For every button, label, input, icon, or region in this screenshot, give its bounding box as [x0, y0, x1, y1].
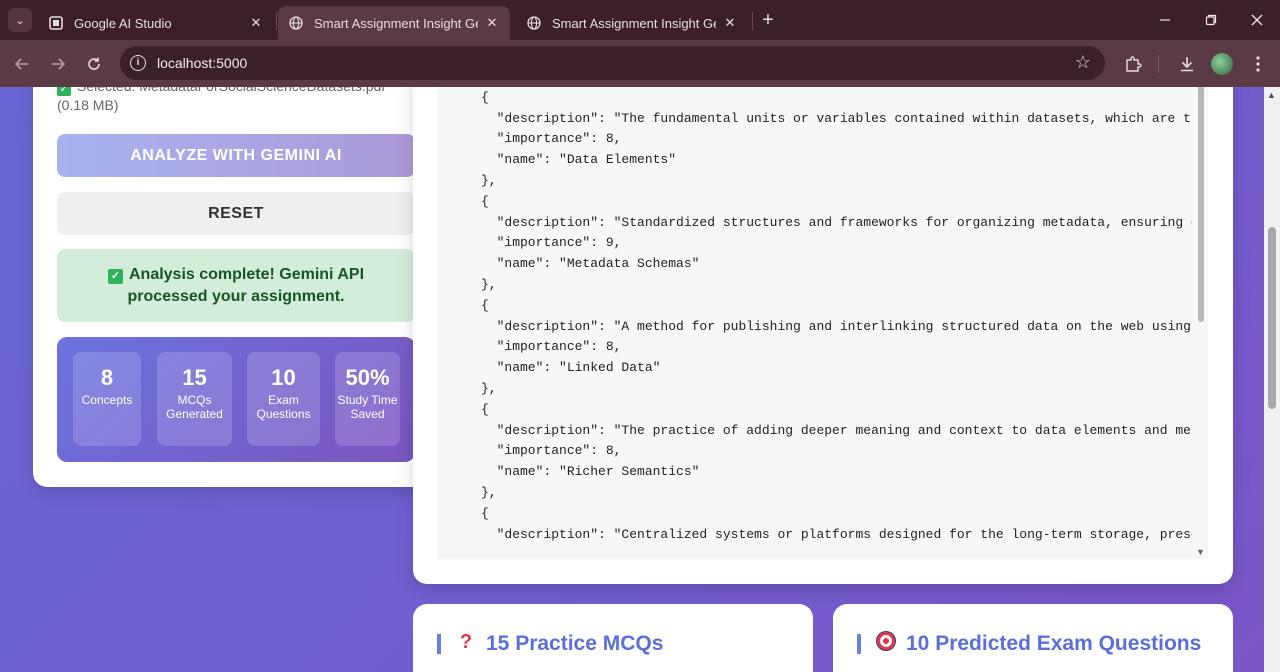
stats-panel: 8 Concepts 15 MCQs Generated 10 Exam Que…	[57, 337, 415, 462]
profile-avatar[interactable]	[1211, 53, 1233, 75]
tab-separator	[752, 12, 753, 30]
stat-mcqs: 15 MCQs Generated	[157, 352, 232, 446]
tab-close-icon[interactable]: ✕	[484, 15, 500, 31]
tab-title: Smart Assignment Insight Gene	[552, 15, 716, 31]
tab-strip: ⌄ Google AI Studio ✕ Smart Assignment In…	[0, 0, 1280, 40]
address-bar[interactable]: i localhost:5000 ☆	[120, 46, 1105, 80]
extensions-puzzle-icon[interactable]	[1121, 52, 1145, 76]
question-mark-icon: ?	[459, 631, 473, 653]
bookmark-star-icon[interactable]: ☆	[1075, 52, 1091, 73]
success-message: Analysis complete! Gemini API processed …	[127, 266, 365, 305]
reload-icon[interactable]	[82, 52, 106, 76]
close-window-icon[interactable]	[1234, 6, 1280, 34]
stat-label: Study Time Saved	[337, 393, 398, 421]
check-icon: ✓	[107, 269, 123, 284]
minimize-icon[interactable]	[1142, 6, 1188, 34]
tab-google-ai-studio[interactable]: Google AI Studio ✕	[38, 6, 274, 40]
reset-button[interactable]: RESET	[57, 192, 415, 235]
exam-heading: 10 Predicted Exam Questions	[906, 632, 1202, 655]
json-output-card: }, { "description": "The fundamental uni…	[413, 87, 1233, 584]
json-output-box[interactable]: }, { "description": "The fundamental uni…	[437, 87, 1208, 559]
globe-icon	[288, 15, 304, 31]
stat-concepts: 8 Concepts	[73, 352, 141, 446]
scroll-down-arrow-icon[interactable]: ▼	[1196, 547, 1205, 557]
download-icon[interactable]	[1175, 52, 1199, 76]
stat-value: 50%	[345, 365, 390, 390]
new-tab-plus-icon[interactable]: +	[758, 10, 778, 30]
tab-search-chevron-icon[interactable]: ⌄	[8, 8, 32, 32]
stat-value: 15	[182, 365, 207, 390]
checkbox-icon: ✓	[57, 87, 71, 96]
tab-title: Google AI Studio	[74, 15, 172, 31]
json-scrollbar-thumb[interactable]	[1198, 87, 1204, 322]
stat-value: 10	[271, 365, 296, 390]
tab-close-icon[interactable]: ✕	[248, 15, 264, 31]
success-alert: ✓ Analysis complete! Gemini API processed…	[57, 249, 415, 322]
stat-label: MCQs Generated	[166, 393, 223, 421]
stat-study-time: 50% Study Time Saved	[335, 352, 400, 446]
globe-icon	[526, 15, 542, 31]
upload-card: ✓Selected: MetadataForSocialScienceDatas…	[33, 87, 433, 487]
page-viewport: ✓Selected: MetadataForSocialScienceDatas…	[0, 87, 1264, 672]
mcq-heading: 15 Practice MCQs	[486, 632, 664, 655]
back-arrow-icon[interactable]	[10, 52, 34, 76]
stat-label: Concepts	[81, 393, 133, 407]
target-icon	[873, 631, 899, 657]
json-scrollbar[interactable]: ▼	[1194, 87, 1208, 559]
mcq-section-card: ? 15 Practice MCQs	[413, 604, 813, 672]
toolbar-divider	[1158, 55, 1159, 73]
forward-arrow-icon[interactable]	[46, 52, 70, 76]
tab-close-icon[interactable]: ✕	[722, 15, 738, 31]
restore-icon[interactable]	[1188, 6, 1234, 34]
stat-label: Exam Questions	[256, 393, 311, 421]
selected-file-text: Selected: MetadataForSocialScienceDatase…	[57, 87, 385, 113]
accent-bar	[437, 634, 441, 654]
page-scrollbar-thumb[interactable]	[1268, 227, 1276, 409]
stat-exam-questions: 10 Exam Questions	[247, 352, 320, 446]
tab-smart-assignment[interactable]: Smart Assignment Insight Gene ✕	[516, 6, 748, 40]
tab-title: Smart Assignment Insight Gene	[314, 15, 478, 31]
tab-smart-assignment-active[interactable]: Smart Assignment Insight Gene ✕	[278, 6, 510, 40]
json-output-text: }, { "description": "The fundamental uni…	[481, 89, 1192, 542]
exam-section-card: 10 Predicted Exam Questions	[833, 604, 1233, 672]
stat-value: 8	[100, 365, 114, 390]
menu-kebab-icon[interactable]	[1246, 52, 1270, 76]
accent-bar	[857, 634, 861, 654]
analyze-button[interactable]: ANALYZE WITH GEMINI AI	[57, 134, 415, 177]
ai-studio-favicon-icon	[48, 15, 64, 31]
tab-separator	[276, 12, 277, 30]
selected-file-info: ✓Selected: MetadataForSocialScienceDatas…	[57, 87, 417, 114]
site-info-icon[interactable]: i	[130, 55, 146, 71]
url-text[interactable]: localhost:5000	[157, 55, 247, 71]
scroll-up-arrow-icon[interactable]: ▲	[1267, 90, 1276, 100]
page-scrollbar[interactable]: ▲	[1264, 87, 1280, 672]
browser-toolbar: i localhost:5000 ☆	[0, 40, 1280, 87]
